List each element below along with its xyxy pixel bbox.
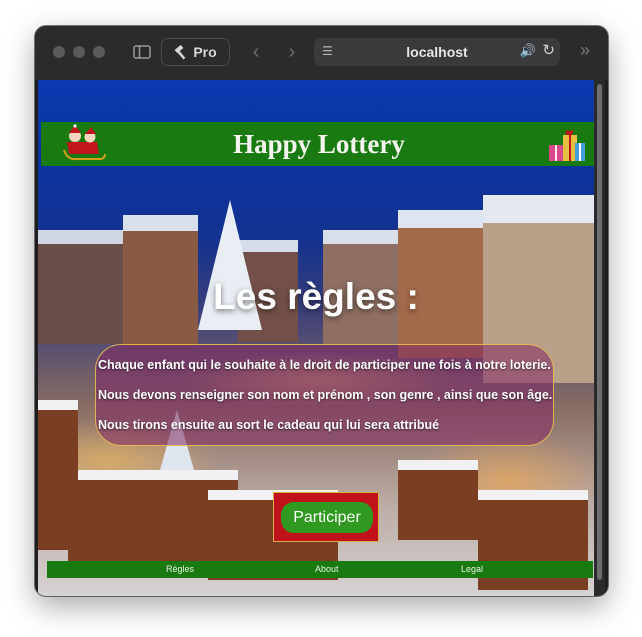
rule-item: Chaque enfant qui le souhaite à le droit… xyxy=(98,358,551,372)
minimize-window-button[interactable] xyxy=(73,46,85,58)
back-button[interactable]: ‹ xyxy=(245,40,267,64)
forward-button[interactable]: › xyxy=(281,40,303,64)
address-bar[interactable]: ☰ localhost 🔊 ↻ xyxy=(314,38,560,66)
close-window-button[interactable] xyxy=(53,46,65,58)
gift-boxes-icon xyxy=(549,130,585,161)
web-page: Happy Lottery Les règles : Chaque enfant… xyxy=(38,80,594,596)
footer-link-legal[interactable]: Legal xyxy=(461,564,483,574)
footer-link-rules[interactable]: Règles xyxy=(166,564,194,574)
site-title: Happy Lottery xyxy=(233,129,405,159)
speaker-icon[interactable]: 🔊 xyxy=(520,43,536,59)
rules-panel: Chaque enfant qui le souhaite à le droit… xyxy=(95,344,554,446)
footer-link-about[interactable]: About xyxy=(315,564,339,574)
rule-item: Nous tirons ensuite au sort le cadeau qu… xyxy=(98,418,440,432)
site-header: Happy Lottery xyxy=(41,122,594,166)
pro-button[interactable]: Pro xyxy=(161,38,230,66)
zoom-window-button[interactable] xyxy=(93,46,105,58)
site-footer: Règles About Legal xyxy=(47,561,593,578)
sidebar-toggle-button[interactable] xyxy=(131,41,153,63)
double-chevron-icon[interactable]: » xyxy=(580,40,590,61)
chevron-right-icon: › xyxy=(288,40,296,63)
pro-button-label: Pro xyxy=(193,44,217,60)
scrollbar-thumb[interactable] xyxy=(597,84,602,580)
sidebar-icon xyxy=(133,45,151,59)
reload-icon[interactable]: ↻ xyxy=(542,41,555,59)
browser-window: Pro ‹ › ☰ localhost 🔊 ↻ » Happy Lottery … xyxy=(35,26,608,596)
chevron-left-icon: ‹ xyxy=(252,40,260,63)
hammer-icon xyxy=(174,44,186,59)
participate-button-frame: Participer xyxy=(273,492,379,542)
vertical-scrollbar[interactable] xyxy=(594,80,605,596)
rule-item: Nous devons renseigner son nom et prénom… xyxy=(98,388,553,402)
participate-button[interactable]: Participer xyxy=(281,502,373,533)
browser-toolbar: Pro ‹ › ☰ localhost 🔊 ↻ » xyxy=(35,26,608,80)
rules-heading: Les règles : xyxy=(213,276,419,317)
